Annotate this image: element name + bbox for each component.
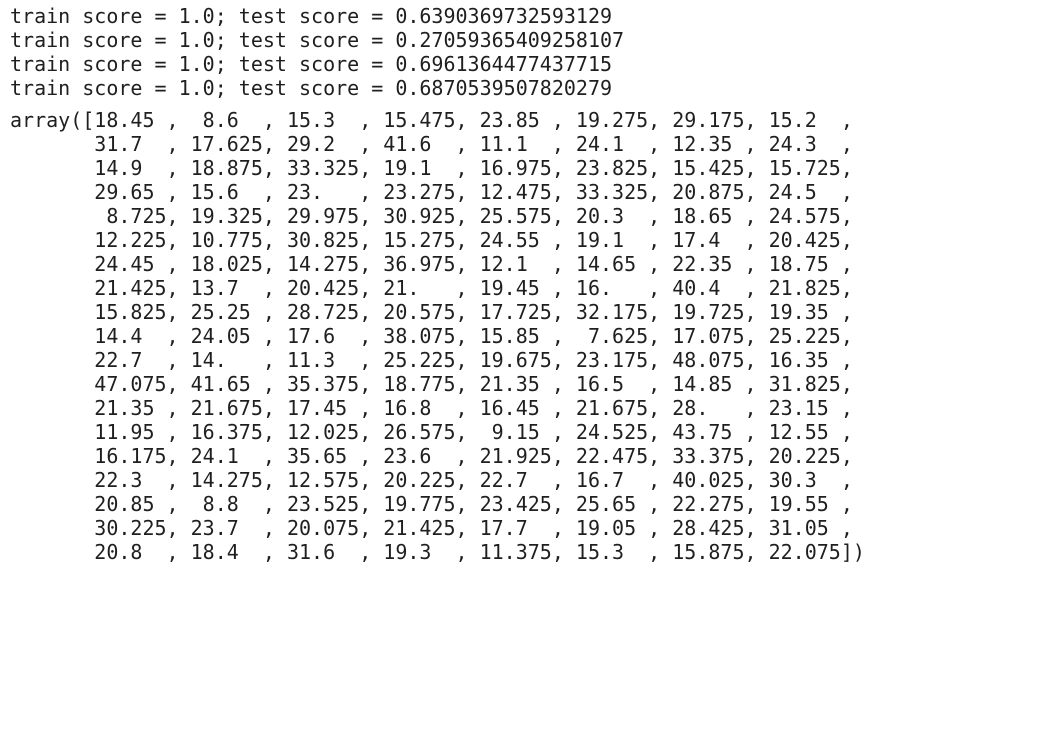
array-result-output: array([18.45 , 8.6 , 15.3 , 15.475, 23.8… <box>10 108 1040 564</box>
array-output-line: 22.7 , 14. , 11.3 , 25.225, 19.675, 23.1… <box>10 348 853 372</box>
array-output-line: 11.95 , 16.375, 12.025, 26.575, 9.15 , 2… <box>10 420 853 444</box>
stream-output-line: train score = 1.0; test score = 0.270593… <box>10 28 625 52</box>
array-output-line: 14.4 , 24.05 , 17.6 , 38.075, 15.85 , 7.… <box>10 324 853 348</box>
array-output-line: 20.85 , 8.8 , 23.525, 19.775, 23.425, 25… <box>10 492 853 516</box>
array-output-line: 20.8 , 18.4 , 31.6 , 19.3 , 11.375, 15.3… <box>10 540 865 564</box>
array-output-line: 21.425, 13.7 , 20.425, 21. , 19.45 , 16.… <box>10 276 853 300</box>
array-output-line: 12.225, 10.775, 30.825, 15.275, 24.55 , … <box>10 228 853 252</box>
array-output-line: 8.725, 19.325, 29.975, 30.925, 25.575, 2… <box>10 204 853 228</box>
array-output-line: 24.45 , 18.025, 14.275, 36.975, 12.1 , 1… <box>10 252 853 276</box>
array-output-line: 31.7 , 17.625, 29.2 , 41.6 , 11.1 , 24.1… <box>10 132 853 156</box>
stream-output: train score = 1.0; test score = 0.639036… <box>10 4 1040 100</box>
stream-output-line: train score = 1.0; test score = 0.687053… <box>10 76 613 100</box>
notebook-output-area: train score = 1.0; test score = 0.639036… <box>0 0 1040 733</box>
array-output-line: 14.9 , 18.875, 33.325, 19.1 , 16.975, 23… <box>10 156 853 180</box>
stream-output-line: train score = 1.0; test score = 0.639036… <box>10 4 613 28</box>
array-output-line: array([18.45 , 8.6 , 15.3 , 15.475, 23.8… <box>10 108 853 132</box>
array-output-line: 22.3 , 14.275, 12.575, 20.225, 22.7 , 16… <box>10 468 853 492</box>
array-output-line: 29.65 , 15.6 , 23. , 23.275, 12.475, 33.… <box>10 180 853 204</box>
array-output-line: 47.075, 41.65 , 35.375, 18.775, 21.35 , … <box>10 372 853 396</box>
array-output-line: 21.35 , 21.675, 17.45 , 16.8 , 16.45 , 2… <box>10 396 853 420</box>
array-output-line: 16.175, 24.1 , 35.65 , 23.6 , 21.925, 22… <box>10 444 853 468</box>
array-output-line: 15.825, 25.25 , 28.725, 20.575, 17.725, … <box>10 300 853 324</box>
stream-output-line: train score = 1.0; test score = 0.696136… <box>10 52 613 76</box>
array-output-line: 30.225, 23.7 , 20.075, 21.425, 17.7 , 19… <box>10 516 853 540</box>
